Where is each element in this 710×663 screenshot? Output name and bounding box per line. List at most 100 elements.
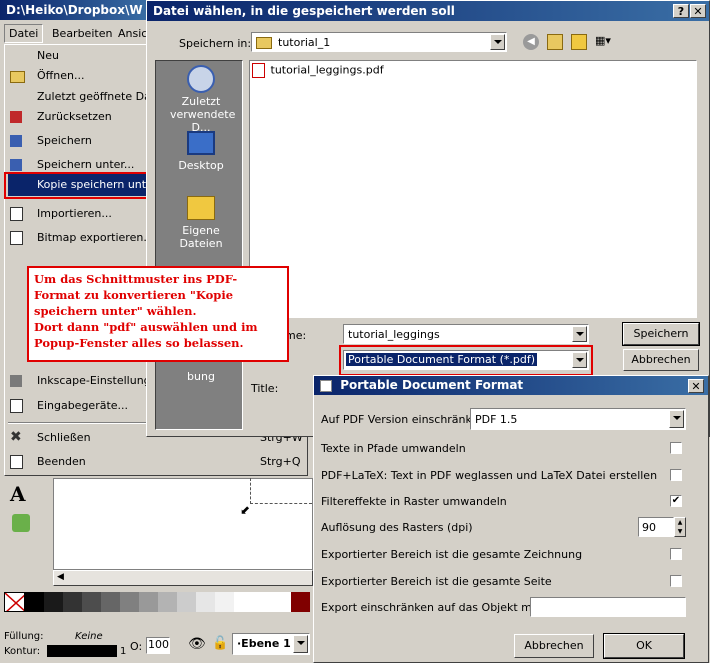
- menu-item-preferences[interactable]: Inkscape-Einstellunger: [8, 370, 162, 392]
- chevron-down-icon[interactable]: [669, 410, 684, 428]
- pdf-file-icon: [252, 63, 265, 78]
- palette-swatch[interactable]: [120, 592, 139, 612]
- opacity-label: O:: [130, 640, 143, 653]
- fill-label: Füllung:: [4, 631, 44, 642]
- close-button[interactable]: ✕: [690, 4, 706, 18]
- stroke-swatch[interactable]: [47, 645, 117, 657]
- menu-item-input-devices[interactable]: Eingabegeräte...: [8, 395, 148, 417]
- new-folder-icon[interactable]: [571, 34, 587, 50]
- view-menu-icon[interactable]: ▦▾: [595, 34, 615, 48]
- filename-input[interactable]: tutorial_leggings: [343, 324, 589, 344]
- menu-item-save[interactable]: Speichern: [8, 130, 148, 152]
- palette-swatch[interactable]: [158, 592, 177, 612]
- menu-item-quit[interactable]: Beenden Strg+Q: [8, 451, 304, 473]
- palette-swatch[interactable]: [25, 592, 44, 612]
- save-in-value: tutorial_1: [278, 36, 331, 49]
- place-desktop[interactable]: Desktop: [170, 131, 232, 172]
- pdf-dialog-titlebar: Portable Document Format ✕: [314, 376, 708, 395]
- save-dialog-title: Datei wählen, in die gespeichert werden …: [153, 4, 455, 18]
- export-id-input[interactable]: [530, 597, 686, 617]
- ok-button[interactable]: OK: [603, 633, 685, 659]
- folder-icon: [256, 37, 272, 49]
- palette-swatch[interactable]: [215, 592, 234, 612]
- menu-datei[interactable]: Datei: [4, 24, 44, 43]
- option-whole-drawing: Exportierter Bereich ist die gesamte Zei…: [321, 548, 583, 561]
- my-documents-icon: [187, 196, 215, 220]
- whole-drawing-checkbox[interactable]: [670, 548, 682, 560]
- help-button[interactable]: ?: [673, 4, 689, 18]
- menu-item-export-bitmap[interactable]: Bitmap exportieren...: [8, 227, 154, 249]
- pdf-cancel-button[interactable]: Abbrechen: [514, 634, 594, 658]
- horizontal-scrollbar[interactable]: ◀: [53, 570, 313, 586]
- palette-swatch[interactable]: [234, 592, 253, 612]
- resolution-value: 90: [642, 521, 656, 534]
- chevron-down-icon[interactable]: [572, 326, 587, 342]
- palette-swatch[interactable]: [101, 592, 120, 612]
- chevron-down-icon[interactable]: [293, 635, 308, 653]
- stroke-label: Kontur:: [4, 646, 41, 657]
- file-list[interactable]: tutorial_leggings.pdf: [249, 60, 697, 318]
- filename-value: tutorial_leggings: [348, 328, 440, 341]
- resolution-input[interactable]: 90: [638, 517, 674, 537]
- file-item[interactable]: tutorial_leggings.pdf: [252, 63, 384, 78]
- save-button[interactable]: Speichern: [622, 322, 700, 346]
- whole-page-checkbox[interactable]: [670, 575, 682, 587]
- pdf-version-select[interactable]: PDF 1.5: [470, 408, 686, 430]
- place-network[interactable]: bung: [170, 370, 232, 383]
- opacity-value: 100: [148, 638, 169, 651]
- menu-bearbeiten[interactable]: Bearbeiten: [52, 27, 112, 40]
- no-color-swatch[interactable]: [4, 592, 25, 612]
- scroll-left-icon[interactable]: ◀: [57, 572, 64, 582]
- palette-swatch[interactable]: [272, 592, 291, 612]
- fill-value: Keine: [75, 631, 103, 642]
- place-recent[interactable]: Zuletzt verwendete D...: [170, 65, 235, 134]
- resolution-spin[interactable]: ▲ ▼: [674, 517, 686, 537]
- text-tool-icon[interactable]: A: [10, 482, 26, 506]
- quit-shortcut: Strg+Q: [260, 455, 301, 468]
- pdf-version-value: PDF 1.5: [475, 413, 518, 426]
- back-icon[interactable]: ◀: [523, 34, 539, 50]
- menu-item-new[interactable]: Neu: [8, 45, 148, 67]
- inkscape-title: D:\Heiko\Dropbox\W: [6, 3, 143, 17]
- menu-item-open[interactable]: Öffnen...: [8, 65, 148, 87]
- opacity-input[interactable]: 100: [146, 637, 170, 654]
- paint-bucket-icon[interactable]: [12, 514, 30, 532]
- revert-icon: [10, 111, 22, 123]
- close-icon: ✖: [10, 429, 22, 445]
- save-in-label: Speichern in:: [179, 37, 252, 50]
- export-bitmap-icon: [10, 231, 23, 245]
- chevron-down-icon[interactable]: [490, 34, 505, 50]
- menu-item-import[interactable]: Importieren...: [8, 203, 148, 225]
- menu-item-revert[interactable]: Zurücksetzen: [8, 106, 148, 128]
- save-in-select[interactable]: tutorial_1: [251, 32, 507, 52]
- text-to-path-checkbox[interactable]: [670, 442, 682, 454]
- lock-icon[interactable]: 🔓: [212, 636, 228, 651]
- palette-swatch[interactable]: [177, 592, 196, 612]
- palette-swatch[interactable]: [44, 592, 63, 612]
- option-pdf-latex: PDF+LaTeX: Text in PDF weglassen und LaT…: [321, 469, 658, 482]
- places-bar: Zuletzt verwendete D... Desktop Eigene D…: [155, 60, 243, 430]
- resize-handle-icon[interactable]: ⬋: [240, 503, 250, 517]
- up-folder-icon[interactable]: [547, 34, 563, 50]
- menu-item-recent[interactable]: Zuletzt geöffnete Date: [8, 86, 162, 108]
- palette-swatch[interactable]: [82, 592, 101, 612]
- palette-swatch[interactable]: [291, 592, 310, 612]
- color-palette[interactable]: [4, 592, 310, 612]
- option-rasterize-filters: Filtereffekte in Raster umwandeln: [321, 495, 507, 508]
- layer-value: ·Ebene 1: [237, 637, 291, 650]
- pdf-latex-checkbox[interactable]: [670, 469, 682, 481]
- option-text-to-path: Texte in Pfade umwandeln: [321, 442, 466, 455]
- palette-swatch[interactable]: [139, 592, 158, 612]
- layer-select[interactable]: ·Ebene 1: [232, 633, 310, 655]
- palette-swatch[interactable]: [253, 592, 272, 612]
- palette-swatch[interactable]: [196, 592, 215, 612]
- stroke-width: 1: [120, 646, 127, 657]
- visibility-eye-icon[interactable]: 👁: [188, 636, 206, 652]
- cancel-button[interactable]: Abbrechen: [623, 349, 699, 371]
- place-my-documents[interactable]: Eigene Dateien: [170, 196, 232, 250]
- save-icon: [10, 135, 22, 147]
- palette-swatches: [25, 592, 310, 612]
- rasterize-filters-checkbox[interactable]: ✔: [670, 495, 682, 507]
- pdf-close-button[interactable]: ✕: [688, 379, 704, 393]
- palette-swatch[interactable]: [63, 592, 82, 612]
